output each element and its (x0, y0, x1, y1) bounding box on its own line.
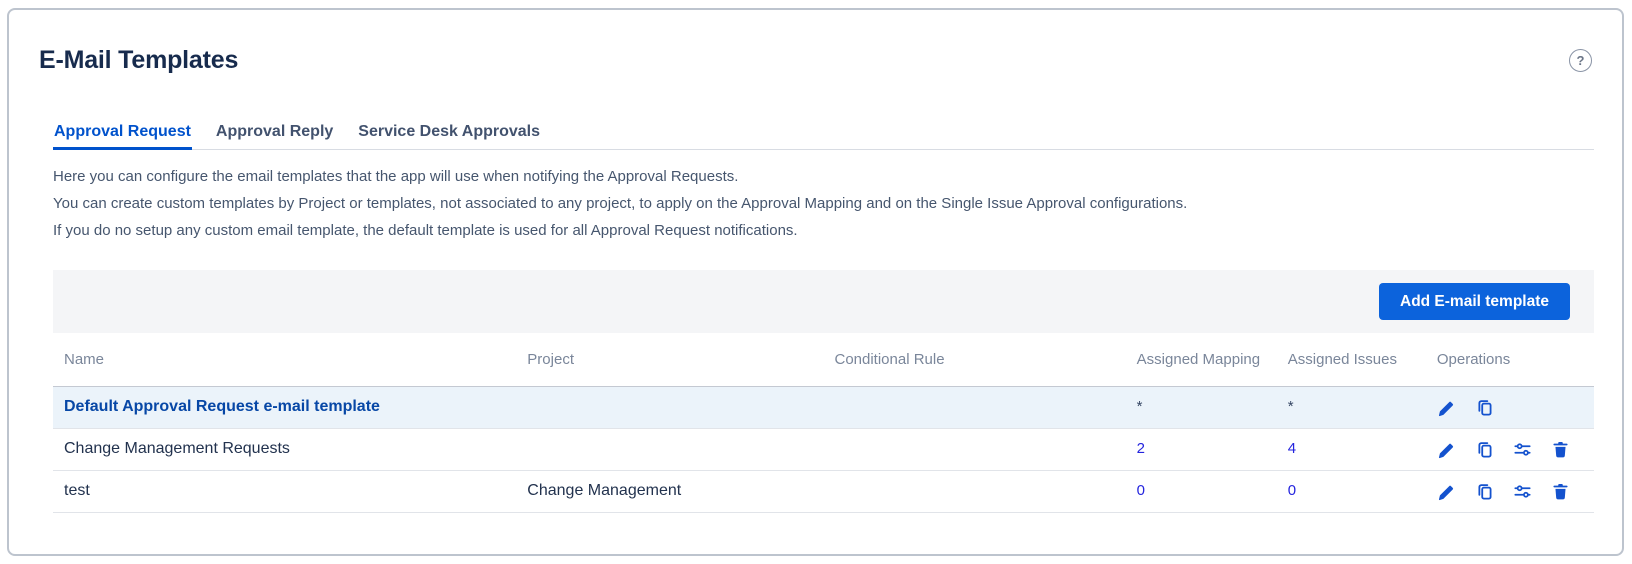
column-header-name: Name (53, 333, 527, 386)
assigned-issues-link[interactable]: 4 (1288, 440, 1296, 457)
sliders-icon[interactable] (1513, 440, 1532, 459)
trash-icon[interactable] (1551, 440, 1570, 459)
column-header-operations: Operations (1437, 333, 1594, 386)
email-templates-panel: E-Mail Templates ? Approval Request Appr… (7, 8, 1624, 556)
column-header-project: Project (527, 333, 834, 386)
tab-approval-reply[interactable]: Approval Reply (215, 121, 334, 150)
page-header: E-Mail Templates ? (9, 10, 1622, 75)
assigned-issues-link[interactable]: 0 (1288, 482, 1296, 499)
tab-approval-request[interactable]: Approval Request (53, 121, 192, 150)
sliders-icon[interactable] (1513, 482, 1532, 501)
table-header-row: Name Project Conditional Rule Assigned M… (53, 333, 1594, 386)
help-icon[interactable]: ? (1569, 49, 1592, 72)
column-header-assigned-issues: Assigned Issues (1288, 333, 1437, 386)
operations-cell (1437, 440, 1594, 459)
pencil-icon[interactable] (1437, 482, 1456, 501)
assigned-mapping-link[interactable]: 0 (1137, 482, 1145, 499)
pencil-icon[interactable] (1437, 398, 1456, 417)
assigned-issues-value: * (1288, 398, 1294, 415)
page-title: E-Mail Templates (39, 46, 238, 75)
conditional-rule-cell (834, 470, 1136, 512)
table-toolbar: Add E-mail template (53, 270, 1594, 333)
table-row: Change Management Requests 2 4 (53, 428, 1594, 470)
table-row: Default Approval Request e-mail template… (53, 386, 1594, 428)
table-row: test Change Management 0 0 (53, 470, 1594, 512)
project-cell (527, 428, 834, 470)
project-cell: Change Management (527, 470, 834, 512)
copy-icon[interactable] (1475, 482, 1494, 501)
assigned-mapping-link[interactable]: 2 (1137, 440, 1145, 457)
tab-bar: Approval Request Approval Reply Service … (53, 121, 1594, 150)
pencil-icon[interactable] (1437, 440, 1456, 459)
trash-icon[interactable] (1551, 482, 1570, 501)
email-templates-table: Name Project Conditional Rule Assigned M… (53, 333, 1594, 513)
template-name-link[interactable]: Default Approval Request e-mail template (64, 398, 380, 415)
conditional-rule-cell (834, 428, 1136, 470)
description-block: Here you can configure the email templat… (53, 163, 1594, 244)
column-header-conditional-rule: Conditional Rule (834, 333, 1136, 386)
add-email-template-button[interactable]: Add E-mail template (1379, 283, 1570, 320)
description-line: You can create custom templates by Proje… (53, 190, 1594, 217)
assigned-mapping-value: * (1137, 398, 1143, 415)
template-name: Change Management Requests (53, 428, 527, 470)
operations-cell (1437, 398, 1594, 417)
column-header-assigned-mapping: Assigned Mapping (1137, 333, 1288, 386)
tab-service-desk-approvals[interactable]: Service Desk Approvals (357, 121, 541, 150)
template-name: test (53, 470, 527, 512)
main-content: Approval Request Approval Reply Service … (53, 121, 1594, 513)
conditional-rule-cell (834, 386, 1136, 428)
copy-icon[interactable] (1475, 398, 1494, 417)
project-cell (527, 386, 834, 428)
operations-cell (1437, 482, 1594, 501)
description-line: If you do no setup any custom email temp… (53, 217, 1594, 244)
copy-icon[interactable] (1475, 440, 1494, 459)
description-line: Here you can configure the email templat… (53, 163, 1594, 190)
